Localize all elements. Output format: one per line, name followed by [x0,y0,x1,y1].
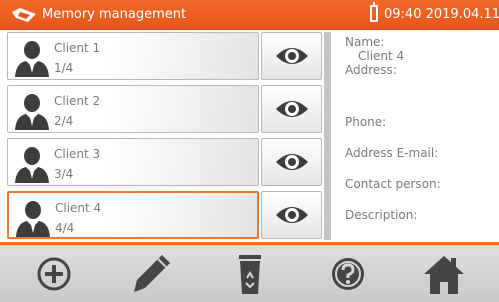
view-client-2-button[interactable] [261,85,322,133]
contact-person-label: Contact person: [345,177,441,191]
person-icon [16,201,50,237]
edit-pencil-icon [134,255,170,292]
add-icon [37,257,71,291]
name-value: Client 4 [358,49,405,63]
client-index: 3/4 [54,167,74,181]
list-scrollbar[interactable] [324,32,331,240]
client-name: Client 2 [54,94,101,108]
client-name: Client 4 [55,201,102,215]
phone-label: Phone: [345,115,387,129]
person-icon [15,147,49,183]
address-label: Address: [345,63,397,77]
recycle-bin-icon [239,255,261,294]
view-client-4-button[interactable] [261,191,322,239]
client-name: Client 1 [54,41,101,55]
client-details-panel: Name: Client 4 Address: Phone: Address E… [345,35,495,235]
page-title: Memory management [42,7,187,22]
email-label: Address E-mail: [345,146,439,160]
client-item-4[interactable]: Client 4 4/4 [7,191,259,239]
view-client-3-button[interactable] [261,138,322,186]
datetime-display: 09:40 2019.04.11 [384,7,499,22]
help-button[interactable] [324,251,372,297]
add-button[interactable] [30,251,78,297]
eye-icon [276,207,308,223]
description-label: Description: [345,208,418,222]
client-item-1[interactable]: Client 1 1/4 [7,32,259,80]
scrollbar-thumb[interactable] [324,32,331,240]
name-label: Name: [345,35,385,49]
help-icon [332,258,364,290]
eye-icon [276,48,308,64]
bottom-toolbar [0,245,499,302]
client-item-3[interactable]: Client 3 3/4 [7,138,259,186]
client-index: 2/4 [54,114,74,128]
eye-icon [276,101,308,117]
client-name: Client 3 [54,147,101,161]
edit-button[interactable] [128,251,176,297]
client-index: 1/4 [54,61,74,75]
client-index: 4/4 [55,221,75,235]
title-bar: Memory management 09:40 2019.04.11 [0,0,499,30]
eye-icon [276,154,308,170]
view-client-1-button[interactable] [261,32,322,80]
person-icon [15,41,49,77]
client-item-2[interactable]: Client 2 2/4 [7,85,259,133]
battery-icon [370,2,378,22]
delete-button[interactable] [226,251,274,297]
home-button[interactable] [420,251,468,297]
home-icon [424,256,464,294]
person-icon [15,94,49,130]
meter-logo-icon [12,8,36,22]
